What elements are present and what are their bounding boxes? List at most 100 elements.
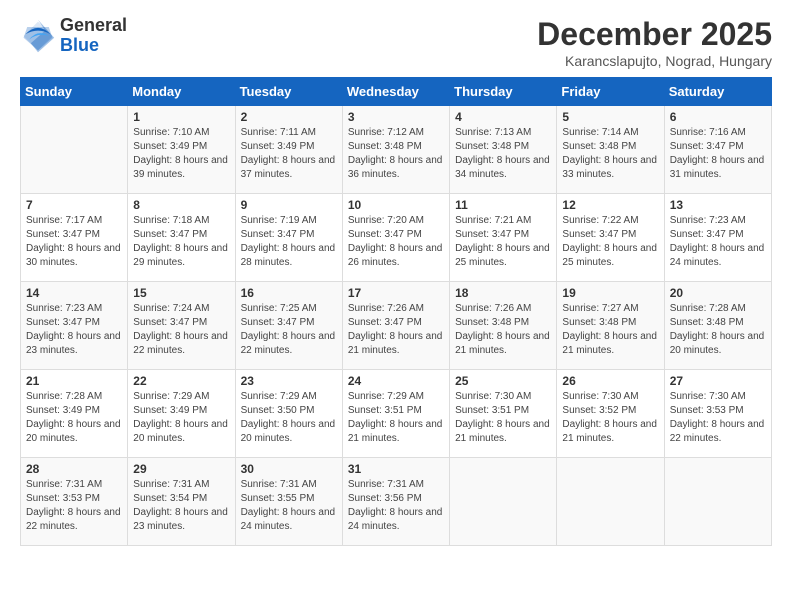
sunset: Sunset: 3:47 PM — [348, 229, 422, 240]
sunset: Sunset: 3:47 PM — [133, 229, 207, 240]
day-info: Sunrise: 7:14 AM Sunset: 3:48 PM Dayligh… — [562, 126, 658, 182]
sunrise: Sunrise: 7:11 AM — [241, 127, 316, 138]
calendar-cell: 18 Sunrise: 7:26 AM Sunset: 3:48 PM Dayl… — [450, 282, 557, 370]
calendar-cell: 12 Sunrise: 7:22 AM Sunset: 3:47 PM Dayl… — [557, 194, 664, 282]
day-number: 8 — [133, 198, 229, 212]
day-info: Sunrise: 7:28 AM Sunset: 3:49 PM Dayligh… — [26, 390, 122, 446]
sunset: Sunset: 3:50 PM — [241, 405, 315, 416]
day-info: Sunrise: 7:11 AM Sunset: 3:49 PM Dayligh… — [241, 126, 337, 182]
calendar-cell: 17 Sunrise: 7:26 AM Sunset: 3:47 PM Dayl… — [342, 282, 449, 370]
location: Karancslapujto, Nograd, Hungary — [537, 53, 772, 69]
daylight: Daylight: 8 hours and 21 minutes. — [562, 419, 657, 444]
sunrise: Sunrise: 7:29 AM — [133, 391, 209, 402]
logo-icon — [20, 18, 56, 54]
daylight: Daylight: 8 hours and 30 minutes. — [26, 243, 121, 268]
sunset: Sunset: 3:47 PM — [348, 317, 422, 328]
daylight: Daylight: 8 hours and 24 minutes. — [348, 507, 443, 532]
weekday-header-row: SundayMondayTuesdayWednesdayThursdayFrid… — [21, 78, 772, 106]
sunrise: Sunrise: 7:12 AM — [348, 127, 424, 138]
day-info: Sunrise: 7:26 AM Sunset: 3:48 PM Dayligh… — [455, 302, 551, 358]
day-info: Sunrise: 7:17 AM Sunset: 3:47 PM Dayligh… — [26, 214, 122, 270]
sunset: Sunset: 3:47 PM — [562, 229, 636, 240]
daylight: Daylight: 8 hours and 21 minutes. — [348, 331, 443, 356]
sunrise: Sunrise: 7:16 AM — [670, 127, 746, 138]
weekday-header-sunday: Sunday — [21, 78, 128, 106]
sunrise: Sunrise: 7:22 AM — [562, 215, 638, 226]
sunrise: Sunrise: 7:18 AM — [133, 215, 209, 226]
day-number: 21 — [26, 374, 122, 388]
calendar-cell: 4 Sunrise: 7:13 AM Sunset: 3:48 PM Dayli… — [450, 106, 557, 194]
weekday-header-saturday: Saturday — [664, 78, 771, 106]
day-number: 2 — [241, 110, 337, 124]
daylight: Daylight: 8 hours and 39 minutes. — [133, 155, 228, 180]
daylight: Daylight: 8 hours and 23 minutes. — [26, 331, 121, 356]
day-number: 11 — [455, 198, 551, 212]
day-number: 27 — [670, 374, 766, 388]
day-info: Sunrise: 7:28 AM Sunset: 3:48 PM Dayligh… — [670, 302, 766, 358]
sunset: Sunset: 3:47 PM — [241, 229, 315, 240]
day-info: Sunrise: 7:25 AM Sunset: 3:47 PM Dayligh… — [241, 302, 337, 358]
weekday-header-friday: Friday — [557, 78, 664, 106]
calendar-table: SundayMondayTuesdayWednesdayThursdayFrid… — [20, 77, 772, 546]
calendar-cell: 2 Sunrise: 7:11 AM Sunset: 3:49 PM Dayli… — [235, 106, 342, 194]
month-title: December 2025 — [537, 16, 772, 53]
sunset: Sunset: 3:48 PM — [455, 141, 529, 152]
weekday-header-wednesday: Wednesday — [342, 78, 449, 106]
calendar-week-row: 7 Sunrise: 7:17 AM Sunset: 3:47 PM Dayli… — [21, 194, 772, 282]
sunrise: Sunrise: 7:19 AM — [241, 215, 317, 226]
daylight: Daylight: 8 hours and 24 minutes. — [241, 507, 336, 532]
sunset: Sunset: 3:48 PM — [562, 317, 636, 328]
sunset: Sunset: 3:48 PM — [348, 141, 422, 152]
calendar-cell: 22 Sunrise: 7:29 AM Sunset: 3:49 PM Dayl… — [128, 370, 235, 458]
calendar-cell: 3 Sunrise: 7:12 AM Sunset: 3:48 PM Dayli… — [342, 106, 449, 194]
day-info: Sunrise: 7:18 AM Sunset: 3:47 PM Dayligh… — [133, 214, 229, 270]
day-number: 7 — [26, 198, 122, 212]
calendar-cell: 8 Sunrise: 7:18 AM Sunset: 3:47 PM Dayli… — [128, 194, 235, 282]
sunrise: Sunrise: 7:14 AM — [562, 127, 638, 138]
daylight: Daylight: 8 hours and 20 minutes. — [241, 419, 336, 444]
calendar-cell: 1 Sunrise: 7:10 AM Sunset: 3:49 PM Dayli… — [128, 106, 235, 194]
calendar-cell: 31 Sunrise: 7:31 AM Sunset: 3:56 PM Dayl… — [342, 458, 449, 546]
day-number: 12 — [562, 198, 658, 212]
sunrise: Sunrise: 7:31 AM — [133, 479, 209, 490]
sunrise: Sunrise: 7:27 AM — [562, 303, 638, 314]
daylight: Daylight: 8 hours and 20 minutes. — [26, 419, 121, 444]
calendar-cell: 5 Sunrise: 7:14 AM Sunset: 3:48 PM Dayli… — [557, 106, 664, 194]
page-header: General Blue December 2025 Karancslapujt… — [20, 16, 772, 69]
sunrise: Sunrise: 7:28 AM — [26, 391, 102, 402]
day-number: 24 — [348, 374, 444, 388]
day-info: Sunrise: 7:16 AM Sunset: 3:47 PM Dayligh… — [670, 126, 766, 182]
calendar-cell: 10 Sunrise: 7:20 AM Sunset: 3:47 PM Dayl… — [342, 194, 449, 282]
sunrise: Sunrise: 7:10 AM — [133, 127, 209, 138]
daylight: Daylight: 8 hours and 21 minutes. — [455, 419, 550, 444]
calendar-cell: 7 Sunrise: 7:17 AM Sunset: 3:47 PM Dayli… — [21, 194, 128, 282]
day-info: Sunrise: 7:23 AM Sunset: 3:47 PM Dayligh… — [670, 214, 766, 270]
sunrise: Sunrise: 7:30 AM — [455, 391, 531, 402]
day-info: Sunrise: 7:23 AM Sunset: 3:47 PM Dayligh… — [26, 302, 122, 358]
day-number: 17 — [348, 286, 444, 300]
sunrise: Sunrise: 7:30 AM — [670, 391, 746, 402]
calendar-cell: 11 Sunrise: 7:21 AM Sunset: 3:47 PM Dayl… — [450, 194, 557, 282]
calendar-cell — [664, 458, 771, 546]
day-number: 6 — [670, 110, 766, 124]
calendar-week-row: 1 Sunrise: 7:10 AM Sunset: 3:49 PM Dayli… — [21, 106, 772, 194]
calendar-cell: 23 Sunrise: 7:29 AM Sunset: 3:50 PM Dayl… — [235, 370, 342, 458]
day-info: Sunrise: 7:27 AM Sunset: 3:48 PM Dayligh… — [562, 302, 658, 358]
day-info: Sunrise: 7:29 AM Sunset: 3:49 PM Dayligh… — [133, 390, 229, 446]
daylight: Daylight: 8 hours and 21 minutes. — [348, 419, 443, 444]
day-number: 31 — [348, 462, 444, 476]
sunset: Sunset: 3:47 PM — [26, 317, 100, 328]
sunrise: Sunrise: 7:31 AM — [348, 479, 424, 490]
day-number: 9 — [241, 198, 337, 212]
sunset: Sunset: 3:47 PM — [670, 229, 744, 240]
calendar-cell: 9 Sunrise: 7:19 AM Sunset: 3:47 PM Dayli… — [235, 194, 342, 282]
calendar-week-row: 14 Sunrise: 7:23 AM Sunset: 3:47 PM Dayl… — [21, 282, 772, 370]
weekday-header-monday: Monday — [128, 78, 235, 106]
calendar-cell: 28 Sunrise: 7:31 AM Sunset: 3:53 PM Dayl… — [21, 458, 128, 546]
sunset: Sunset: 3:51 PM — [455, 405, 529, 416]
day-info: Sunrise: 7:12 AM Sunset: 3:48 PM Dayligh… — [348, 126, 444, 182]
calendar-cell — [557, 458, 664, 546]
calendar-cell: 14 Sunrise: 7:23 AM Sunset: 3:47 PM Dayl… — [21, 282, 128, 370]
sunrise: Sunrise: 7:24 AM — [133, 303, 209, 314]
calendar-cell: 21 Sunrise: 7:28 AM Sunset: 3:49 PM Dayl… — [21, 370, 128, 458]
